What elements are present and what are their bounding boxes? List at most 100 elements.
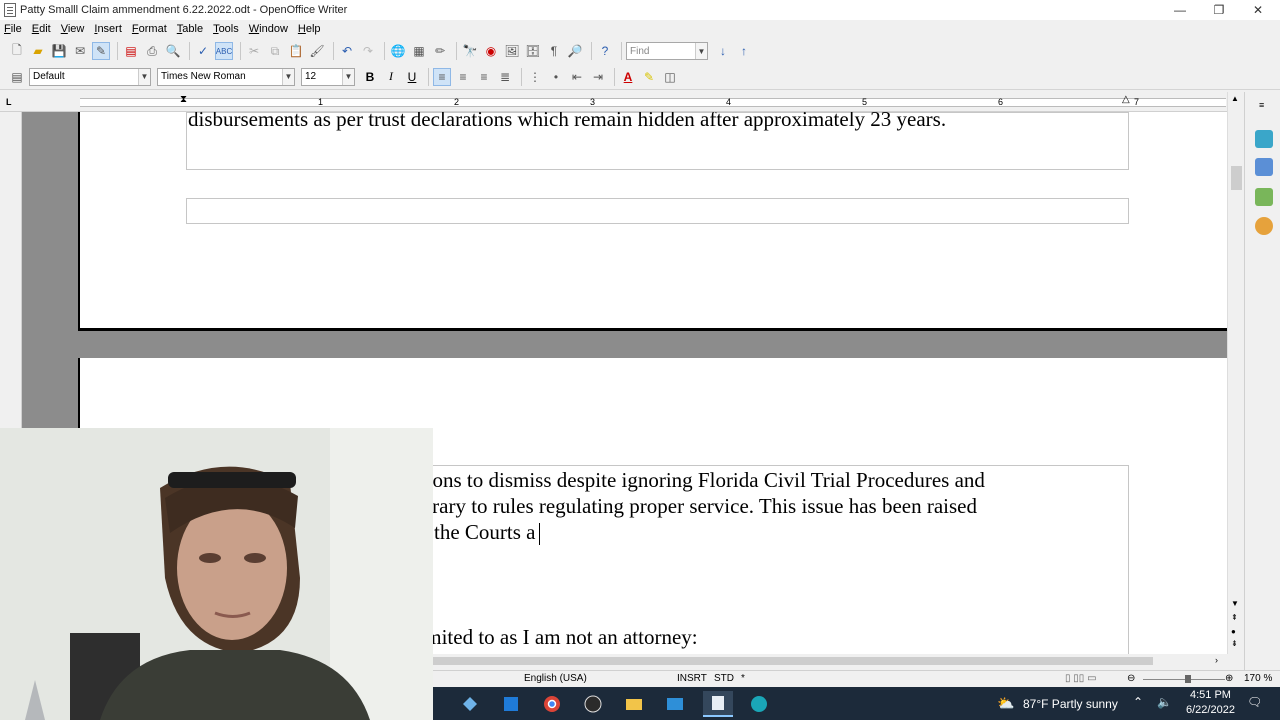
menu-file[interactable]: File (4, 23, 22, 35)
horizontal-scrollbar[interactable]: › (433, 654, 1227, 668)
clock-date[interactable]: 6/22/2022 (1186, 704, 1235, 716)
menu-window[interactable]: Window (249, 23, 288, 35)
justify-icon[interactable]: ≣ (496, 68, 514, 86)
decrease-indent-icon[interactable]: ⇤ (568, 68, 586, 86)
undo-icon[interactable]: ↶ (338, 42, 356, 60)
spellcheck-icon[interactable]: ✓ (194, 42, 212, 60)
formatting-marks-icon[interactable]: ¶ (545, 42, 563, 60)
volume-icon[interactable]: 🔈 (1157, 695, 1172, 709)
underline-button[interactable]: U (403, 68, 421, 86)
zoom-slider-handle[interactable] (1185, 675, 1191, 683)
align-center-icon[interactable]: ≡ (454, 68, 472, 86)
font-name-select[interactable]: Times New Roman ▼ (157, 67, 295, 86)
redo-icon[interactable]: ↷ (359, 42, 377, 60)
align-left-icon[interactable]: ≡ (433, 67, 451, 86)
language-status[interactable]: English (USA) (524, 673, 587, 684)
taskbar-app-openoffice-icon[interactable] (703, 691, 733, 717)
find-replace-icon[interactable]: 🔭 (461, 42, 479, 60)
auto-spellcheck-icon[interactable]: ABC (215, 42, 233, 60)
menu-format[interactable]: Format (132, 23, 167, 35)
zoom-slider[interactable] (1143, 679, 1225, 680)
navigator-sidebar-icon[interactable] (1255, 217, 1273, 235)
italic-button[interactable]: I (382, 68, 400, 86)
page-preview-icon[interactable]: 🔍 (164, 42, 182, 60)
document-text-line[interactable]: disbursements as per trust declarations … (188, 112, 946, 132)
find-previous-icon[interactable]: ↑ (735, 42, 753, 60)
clock-time[interactable]: 4:51 PM (1190, 689, 1231, 701)
print-icon[interactable]: ⎙ (143, 42, 161, 60)
menu-view[interactable]: View (61, 23, 85, 35)
show-draw-functions-icon[interactable]: ✏ (431, 42, 449, 60)
font-size-select[interactable]: 12 ▼ (301, 67, 355, 86)
right-indent-marker-icon[interactable]: △ (1122, 94, 1130, 105)
vertical-scroll-thumb[interactable] (1231, 166, 1242, 190)
menu-insert[interactable]: Insert (94, 23, 122, 35)
document-page[interactable]: disbursements as per trust declarations … (78, 112, 1227, 331)
zoom-icon[interactable]: 🔎 (566, 42, 584, 60)
menu-table[interactable]: Table (177, 23, 203, 35)
email-icon[interactable]: ✉ (71, 42, 89, 60)
bold-button[interactable]: B (361, 68, 379, 86)
document-text-line[interactable]: motions to dismiss despite ignoring Flor… (394, 468, 985, 493)
chevron-down-icon[interactable]: ▼ (138, 68, 150, 85)
zoom-out-icon[interactable]: ⊖ (1127, 673, 1135, 684)
menu-help[interactable]: Help (298, 23, 321, 35)
data-sources-icon[interactable]: 🗄 (524, 42, 542, 60)
taskbar-app-folder-icon[interactable] (619, 691, 649, 717)
styles-icon[interactable] (1255, 158, 1273, 176)
horizontal-ruler[interactable]: L 1 2 3 4 5 6 7 ⧗ △ (0, 92, 1244, 112)
scroll-right-icon[interactable]: › (1215, 655, 1218, 665)
scroll-up-icon[interactable]: ▲ (1231, 94, 1239, 103)
previous-page-icon[interactable]: ⇞ (1231, 613, 1238, 622)
selection-mode-status[interactable]: STD (714, 673, 734, 684)
open-folder-icon[interactable]: ▰ (29, 42, 47, 60)
chevron-down-icon[interactable]: ▼ (282, 68, 294, 85)
zoom-in-icon[interactable]: ⊕ (1225, 673, 1233, 684)
show-hidden-icons-icon[interactable]: ⌃ (1133, 695, 1143, 709)
tab-stop-selector-icon[interactable]: L (6, 97, 16, 107)
gallery-sidebar-icon[interactable] (1255, 188, 1273, 206)
taskbar-app-blue-icon[interactable] (496, 691, 526, 717)
menu-tools[interactable]: Tools (213, 23, 239, 35)
vertical-scrollbar[interactable]: ▲ ▼ ⇞ ● ⇟ (1227, 92, 1244, 654)
taskbar-app-vscode-icon[interactable] (455, 691, 485, 717)
ruler-track[interactable]: 1 2 3 4 5 6 7 ⧗ △ (80, 94, 1226, 107)
weather-icon[interactable]: ⛅ (997, 695, 1014, 712)
cut-icon[interactable]: ✂ (245, 42, 263, 60)
new-document-icon[interactable]: 🗋 (8, 42, 26, 60)
find-next-icon[interactable]: ↓ (714, 42, 732, 60)
bullets-icon[interactable]: • (547, 68, 565, 86)
sidebar-menu-icon[interactable]: ≡ (1259, 100, 1264, 110)
gallery-icon[interactable]: 🖼 (503, 42, 521, 60)
taskbar-app-chrome-icon[interactable] (537, 691, 567, 717)
hyperlink-icon[interactable]: 🌐 (389, 42, 407, 60)
copy-icon[interactable]: ⧉ (266, 42, 284, 60)
increase-indent-icon[interactable]: ⇥ (589, 68, 607, 86)
maximize-button[interactable]: ❐ (1199, 0, 1239, 20)
properties-icon[interactable] (1255, 130, 1273, 148)
weather-status[interactable]: 87°F Partly sunny (1023, 697, 1118, 711)
help-icon[interactable]: ? (596, 42, 614, 60)
navigator-icon[interactable]: ◉ (482, 42, 500, 60)
text-frame[interactable]: disbursements as per trust declarations … (186, 112, 1129, 170)
table-icon[interactable]: ▦ (410, 42, 428, 60)
close-button[interactable]: ✕ (1238, 0, 1278, 20)
font-color-icon[interactable]: A (619, 68, 637, 86)
edit-file-icon[interactable]: ✎ (92, 42, 110, 60)
find-input[interactable]: Find ▼ (626, 42, 708, 60)
notifications-icon[interactable]: 🗨 (1247, 695, 1262, 709)
document-text-line[interactable]: contrary to rules regulating proper serv… (396, 494, 977, 519)
taskbar-app-obs-icon[interactable] (578, 691, 608, 717)
chevron-down-icon[interactable]: ▼ (695, 43, 707, 59)
styles-formatting-icon[interactable]: ▤ (8, 68, 26, 86)
chevron-down-icon[interactable]: ▼ (342, 68, 354, 85)
paste-icon[interactable]: 📋 (287, 42, 305, 60)
horizontal-scroll-thumb[interactable] (433, 657, 1153, 665)
paragraph-style-select[interactable]: Default ▼ (29, 67, 151, 86)
insert-mode-status[interactable]: INSRT (677, 673, 707, 684)
clone-formatting-icon[interactable]: 🖌 (308, 42, 326, 60)
taskbar-app-edge-icon[interactable] (744, 691, 774, 717)
save-icon[interactable]: 💾 (50, 42, 68, 60)
text-frame[interactable]: motions to dismiss despite ignoring Flor… (392, 465, 1129, 654)
view-layout-icons[interactable]: ▯ ▯▯ ▭ (1065, 673, 1097, 684)
